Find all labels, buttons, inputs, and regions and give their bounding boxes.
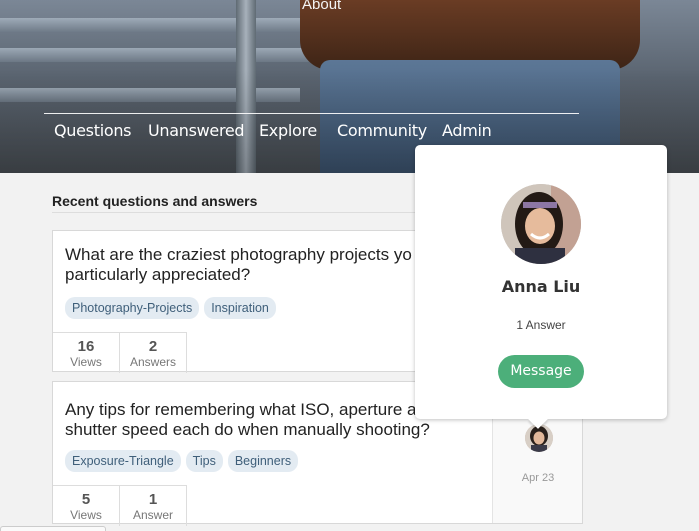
tag[interactable]: Photography-Projects bbox=[65, 297, 200, 319]
answers-stat: 2 Answers bbox=[120, 333, 187, 373]
avatar-image bbox=[501, 184, 581, 264]
views-label: Views bbox=[70, 508, 102, 522]
user-popover: Anna Liu 1 Answer Message bbox=[415, 145, 667, 429]
question-title-line: What are the craziest photography projec… bbox=[65, 245, 412, 264]
tag[interactable]: Beginners bbox=[227, 450, 299, 472]
user-avatar[interactable] bbox=[501, 184, 581, 264]
nav-questions[interactable]: Questions bbox=[54, 121, 132, 140]
answers-stat: 1 Answer bbox=[120, 486, 187, 526]
tag[interactable]: Tips bbox=[185, 450, 223, 472]
tag-list: Exposure-Triangle Tips Beginners bbox=[65, 450, 299, 472]
message-button[interactable]: Message bbox=[498, 355, 584, 388]
question-title-line: shutter speed each do when manually shoo… bbox=[65, 420, 430, 439]
views-stat: 5 Views bbox=[53, 486, 120, 526]
user-name: Anna Liu bbox=[501, 277, 581, 296]
about-link[interactable]: About bbox=[302, 0, 341, 13]
tag[interactable]: Inspiration bbox=[204, 297, 276, 319]
answers-label: Answer bbox=[132, 508, 173, 522]
views-count: 5 bbox=[81, 491, 91, 508]
answers-count: 2 bbox=[148, 338, 158, 355]
question-stats: 5 Views 1 Answer bbox=[53, 485, 187, 526]
tag-list: Photography-Projects Inspiration bbox=[65, 297, 276, 319]
user-answer-count: 1 Answer bbox=[516, 318, 566, 332]
views-label: Views bbox=[70, 355, 102, 369]
question-stats: 16 Views 2 Answers bbox=[53, 332, 187, 373]
nav-community[interactable]: Community bbox=[337, 121, 427, 140]
answers-label: Answers bbox=[129, 355, 176, 369]
question-title[interactable]: What are the craziest photography projec… bbox=[65, 245, 445, 285]
bottom-bar bbox=[0, 526, 106, 531]
avatar-image bbox=[525, 424, 553, 452]
main-nav: Questions Unanswered Explore Community A… bbox=[44, 113, 579, 143]
post-date: Apr 23 bbox=[521, 472, 555, 484]
author-avatar[interactable] bbox=[525, 424, 553, 452]
question-title[interactable]: Any tips for remembering what ISO, apert… bbox=[65, 400, 445, 440]
question-title-line: Any tips for remembering what ISO, apert… bbox=[65, 400, 417, 419]
nav-unanswered[interactable]: Unanswered bbox=[148, 121, 245, 140]
views-stat: 16 Views bbox=[53, 333, 120, 373]
question-title-line: particularly appreciated? bbox=[65, 265, 251, 284]
nav-admin[interactable]: Admin bbox=[442, 121, 492, 140]
nav-explore[interactable]: Explore bbox=[259, 121, 317, 140]
section-title: Recent questions and answers bbox=[52, 193, 258, 209]
tag[interactable]: Exposure-Triangle bbox=[65, 450, 181, 472]
views-count: 16 bbox=[77, 338, 95, 355]
divider bbox=[52, 212, 472, 213]
answers-count: 1 bbox=[148, 491, 158, 508]
